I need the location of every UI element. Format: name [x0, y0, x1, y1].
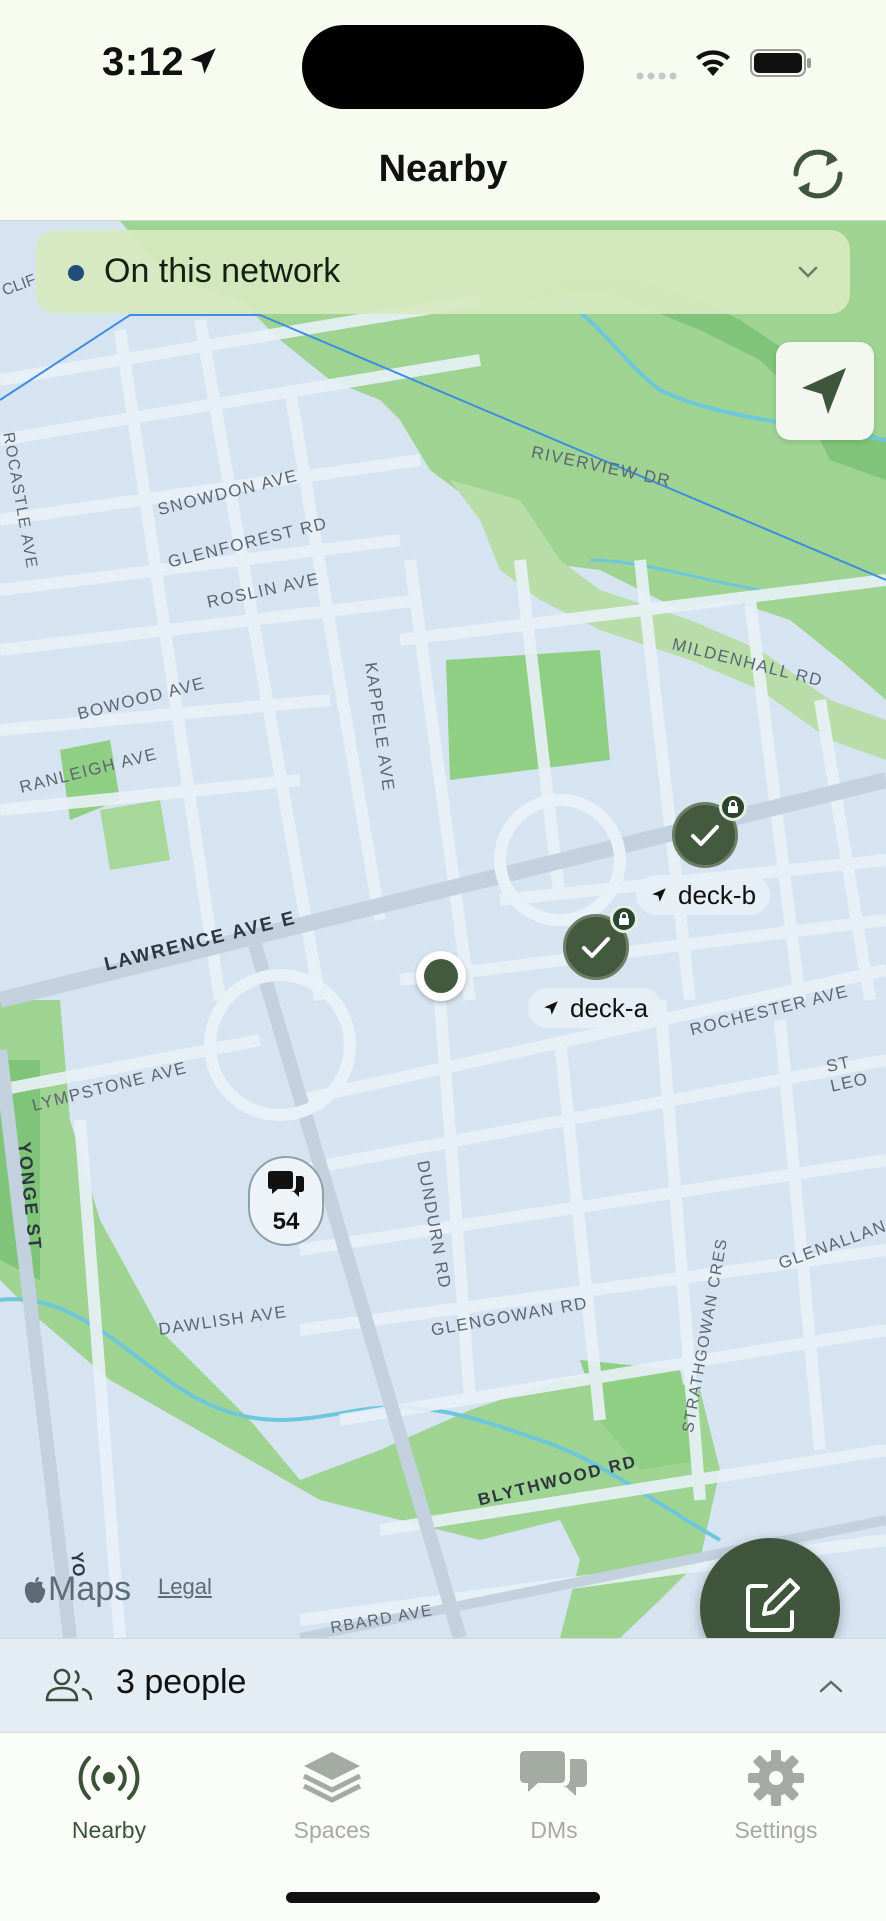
peer-label-deck-b[interactable]: deck-b: [636, 875, 771, 915]
tab-dms[interactable]: DMs: [464, 1743, 644, 1844]
peer-label-deck-a[interactable]: deck-a: [528, 988, 663, 1028]
location-arrow-icon: [802, 368, 846, 414]
apple-maps-logo: Maps: [22, 1570, 131, 1609]
battery-icon: [750, 49, 811, 77]
layers-icon: [302, 1752, 362, 1803]
people-summary-bar[interactable]: 3 people: [0, 1638, 886, 1733]
page-title: Nearby: [378, 148, 508, 190]
status-bar: 3:12: [0, 0, 886, 130]
tab-spaces[interactable]: Spaces: [242, 1743, 422, 1844]
peer-marker-deck-b[interactable]: [672, 793, 747, 868]
network-filter-dropdown[interactable]: On this network: [36, 230, 850, 314]
lock-icon: [719, 793, 747, 821]
maps-attribution: Maps: [48, 1570, 132, 1608]
wifi-icon: [696, 50, 730, 76]
people-count-label: 3 people: [116, 1663, 247, 1701]
current-location-dot: [416, 951, 466, 1001]
navigation-bar: Nearby: [0, 130, 886, 221]
peer-name: deck-a: [570, 992, 649, 1023]
apple-logo-icon: [24, 1576, 46, 1603]
dynamic-island: [302, 25, 584, 109]
chat-bubbles-icon: [520, 1751, 587, 1796]
tab-label: Nearby: [71, 1817, 147, 1843]
message-cluster[interactable]: 54: [248, 1156, 324, 1246]
signal-dots-icon: [636, 72, 677, 80]
tab-nearby[interactable]: Nearby: [19, 1743, 199, 1844]
broadcast-icon: [78, 1756, 140, 1800]
tab-label: Settings: [734, 1817, 818, 1843]
map-view[interactable]: RIVERVIEW DR SNOWDON AVE GLENFOREST RD R…: [0, 221, 886, 1638]
peer-marker-deck-a[interactable]: [563, 905, 638, 980]
map-tiles: [0, 221, 886, 1638]
refresh-button[interactable]: [786, 144, 850, 204]
gear-icon: [748, 1750, 804, 1806]
status-time: 3:12: [102, 40, 185, 84]
location-arrow-icon: [652, 888, 666, 902]
chevron-up-icon: [819, 1680, 843, 1693]
tab-settings[interactable]: Settings: [686, 1743, 866, 1844]
home-indicator: [286, 1892, 600, 1903]
peer-name: deck-b: [678, 879, 757, 910]
chat-bubbles-icon: [268, 1171, 304, 1197]
chevron-down-icon: [798, 266, 818, 278]
center-location-button[interactable]: [776, 342, 874, 440]
location-arrow-icon: [544, 1001, 558, 1015]
network-status-dot: [68, 265, 84, 281]
legal-link[interactable]: Legal: [158, 1574, 212, 1600]
network-filter-label: On this network: [104, 252, 341, 290]
location-services-icon: [190, 48, 216, 74]
tab-label: DMs: [530, 1817, 578, 1843]
message-count: 54: [272, 1208, 300, 1235]
tab-label: Spaces: [293, 1817, 371, 1843]
people-icon: [45, 1668, 93, 1702]
lock-icon: [610, 905, 638, 933]
